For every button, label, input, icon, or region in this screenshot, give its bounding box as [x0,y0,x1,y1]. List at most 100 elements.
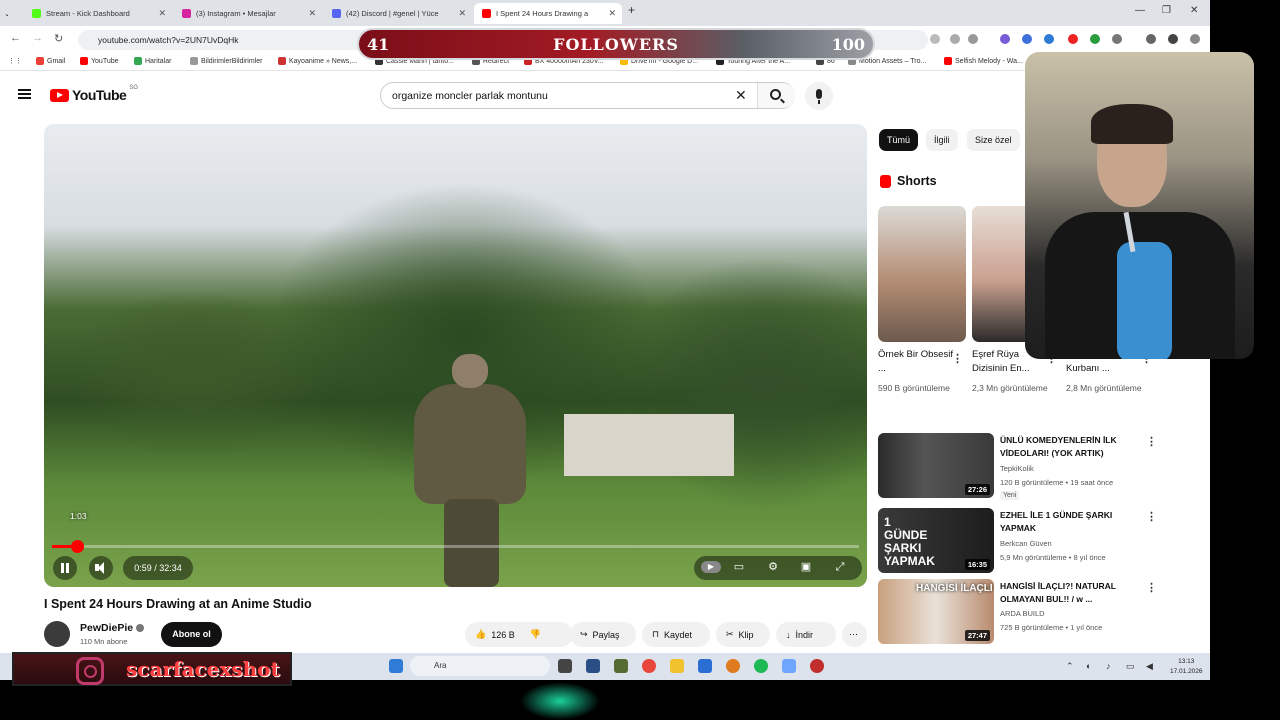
channel-avatar[interactable] [44,621,70,647]
extension-icon[interactable] [930,34,940,44]
settings-gear-icon[interactable]: ⚙ [766,561,780,573]
more-options-icon[interactable]: ⋮ [1146,581,1157,594]
extension-icon[interactable] [1044,34,1054,44]
tab-search-chevron-icon[interactable]: ⌄ [2,3,8,24]
pause-icon[interactable] [53,556,77,580]
zoom-icon[interactable] [950,34,960,44]
more-options-icon[interactable]: ⋮ [1146,510,1157,523]
subscribe-button[interactable]: Abone ol [161,622,222,647]
app-icon[interactable] [782,659,796,673]
video-title[interactable]: EZHEL İLE 1 GÜNDE ŞARKI YAPMAK [1000,509,1140,535]
search-box[interactable]: organize moncler parlak montunu ✕ [380,82,795,109]
new-tab-button[interactable]: + [628,3,635,17]
app-icon[interactable] [586,659,600,673]
channel-name[interactable]: Berkcan Güven [1000,539,1052,548]
app-icon[interactable] [810,659,824,673]
close-tab-icon[interactable]: ✕ [458,8,466,19]
video-thumbnail[interactable]: 27:26 [878,433,994,498]
tab-instagram[interactable]: (3) Instagram • Mesajlar ✕ [174,3,322,24]
chip-for-you[interactable]: Size özel [967,129,1020,151]
chip-all[interactable]: Tümü [879,129,919,151]
video-title[interactable]: ÜNLÜ KOMEDYENLERİN İLK VİDEOLARI! (YOK A… [1000,434,1140,460]
close-window-icon[interactable]: ✕ [1190,5,1198,16]
short-title[interactable]: Kurbanı ... [1066,362,1144,376]
maximize-icon[interactable]: ❐ [1162,5,1171,16]
taskbar-clock[interactable]: 13:13 17.01.2026 [1170,657,1203,677]
extension-icon[interactable] [1000,34,1010,44]
volume-tray-icon[interactable]: ◀ [1146,661,1153,672]
task-view-icon[interactable] [558,659,572,673]
menu-icon[interactable] [1190,34,1200,44]
windows-start-icon[interactable] [389,659,403,673]
video-player[interactable]: 1:03 0:59 / 32:34 ▶ ▭ ⚙ ▣ ⤢ [44,124,867,587]
bookmark-selfish-melody[interactable]: Selfish Melody - Wa... [944,57,1023,65]
like-icon[interactable]: 👍 [475,629,486,640]
download-button[interactable]: ↓ İndir [776,622,836,647]
voice-search-mic-icon[interactable] [805,82,833,110]
app-icon[interactable] [614,659,628,673]
app-icon[interactable] [726,659,740,673]
save-button[interactable]: ⊓ Kaydet [642,622,710,647]
extension-icon[interactable] [1022,34,1032,44]
fullscreen-icon[interactable]: ⤢ [833,561,847,573]
app-icon[interactable] [698,659,712,673]
chrome-icon[interactable] [642,659,656,673]
channel-name[interactable]: PewDiePie [80,622,145,634]
channel-name[interactable]: TepkiKolik [1000,464,1034,473]
back-icon[interactable]: ← [10,32,21,44]
forward-icon[interactable]: → [32,32,43,44]
search-button[interactable] [757,83,795,108]
channel-name[interactable]: ARDA BUILD [1000,609,1045,618]
video-thumbnail[interactable]: HANGİSİ İLAÇLI 27:47 [878,579,994,644]
volume-icon[interactable] [89,556,113,580]
bookmark-kayoanime[interactable]: Kayoanime » News,... [278,57,357,65]
subtitles-icon[interactable]: ▭ [732,561,746,573]
seek-handle[interactable] [71,540,85,553]
search-input[interactable]: organize moncler parlak montunu [392,90,548,102]
spotify-icon[interactable] [754,659,768,673]
autoplay-toggle-icon[interactable]: ▶ [701,561,721,573]
share-button[interactable]: ↪ Paylaş [570,622,636,647]
video-title[interactable]: HANGİSİ İLAÇLI?! NATURAL OLMAYANI BUL!! … [1000,580,1140,606]
hamburger-menu-icon[interactable] [18,89,31,99]
close-tab-icon[interactable]: ✕ [308,8,316,19]
extension-icon[interactable] [1068,34,1078,44]
tab-youtube-active[interactable]: I Spent 24 Hours Drawing a ✕ [474,3,622,24]
short-thumbnail[interactable] [878,206,966,342]
tab-discord[interactable]: (42) Discord | #genel | Yüce ✕ [324,3,472,24]
youtube-logo[interactable]: YouTube SG [50,85,138,103]
bookmark-maps[interactable]: Haritalar [134,57,171,65]
more-options-icon[interactable]: ⋮ [952,352,963,365]
tab-kick-dashboard[interactable]: Stream - Kick Dashboard ✕ [24,3,172,24]
bookmark-notifications[interactable]: BildirimlerBildirimler [190,57,262,65]
bookmark-gmail[interactable]: Gmail [36,57,65,65]
bookmark-star-icon[interactable] [968,34,978,44]
chip-related[interactable]: İlgili [926,129,958,151]
short-title[interactable]: Örnek Bir Obsesif ... [878,348,956,376]
extensions-puzzle-icon[interactable] [1112,34,1122,44]
reload-icon[interactable]: ↻ [54,32,63,45]
more-options-icon[interactable]: ⋮ [1146,435,1157,448]
file-explorer-icon[interactable] [670,659,684,673]
seek-bar[interactable] [52,540,859,553]
close-tab-icon[interactable]: ✕ [608,8,616,19]
like-count[interactable]: 126 B [491,630,515,640]
download-icon[interactable] [1090,34,1100,44]
video-thumbnail[interactable]: 1 GÜNDE ŞARKI YAPMAK 16:35 [878,508,994,573]
taskbar-search[interactable]: Ara [410,656,550,676]
theater-mode-icon[interactable]: ▣ [799,561,813,573]
profile-avatar[interactable] [1168,34,1178,44]
close-tab-icon[interactable]: ✕ [158,8,166,19]
apps-grid-icon[interactable]: ⋮⋮ [8,57,22,65]
network-icon[interactable]: ▭ [1126,661,1135,672]
tray-chevron-icon[interactable]: ⌃ [1066,661,1074,672]
minimize-icon[interactable]: — [1135,5,1145,16]
more-actions-icon[interactable]: ⋯ [842,622,867,647]
clear-search-icon[interactable]: ✕ [735,87,747,104]
media-icon[interactable] [1146,34,1156,44]
dislike-icon[interactable]: 👎 [530,629,541,640]
tray-app-icon[interactable]: ◐ [1086,661,1091,671]
bookmark-youtube[interactable]: YouTube [80,57,119,65]
microphone-icon[interactable]: ♪ [1106,661,1111,671]
clip-button[interactable]: ✂ Klip [716,622,770,647]
